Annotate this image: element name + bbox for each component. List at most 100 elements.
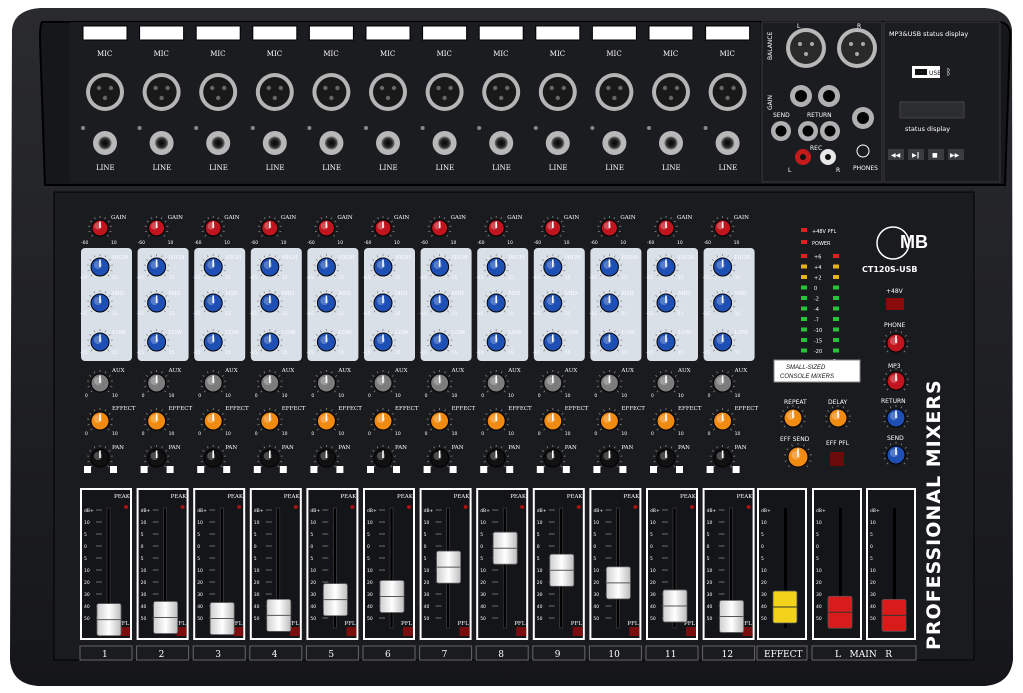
- line-jack-input[interactable]: [659, 131, 683, 155]
- mic-xlr-input[interactable]: [369, 73, 407, 111]
- xlr-face: [712, 77, 743, 107]
- knob-highlight: [263, 451, 272, 461]
- eq-scale-min: -15: [703, 350, 710, 356]
- fader-scale-label: 40: [761, 604, 767, 610]
- pan-l-label: L: [708, 468, 711, 474]
- mic-xlr-input[interactable]: [255, 73, 294, 111]
- fader-scale-label: 5: [84, 532, 87, 538]
- channel-bottom-label: 7: [442, 650, 448, 660]
- pfl-button[interactable]: [289, 627, 300, 636]
- eq-label: MID: [395, 291, 408, 297]
- knob-highlight: [93, 296, 103, 306]
- xlr-pin: [442, 95, 447, 101]
- gain-scale-min: -60: [647, 240, 654, 246]
- line-jack-input[interactable]: [715, 131, 740, 155]
- gain-label: GAIN: [394, 215, 410, 221]
- line-jack-input[interactable]: [545, 131, 570, 155]
- meter-led-r: [833, 275, 839, 279]
- xlr-out-l[interactable]: [786, 28, 826, 68]
- mic-label: MIC: [606, 50, 621, 58]
- eq-scale-max: 15: [338, 311, 344, 317]
- xlr-pin: [210, 85, 215, 91]
- screw: [194, 126, 199, 130]
- fader-scale-label: 40: [650, 604, 656, 610]
- pfl-button[interactable]: [403, 627, 413, 636]
- gain-scale-max: 10: [224, 240, 230, 246]
- knob-highlight: [320, 296, 329, 306]
- mic-xlr-input[interactable]: [425, 73, 464, 111]
- knob-highlight: [433, 414, 442, 424]
- pfl-button[interactable]: [346, 627, 357, 636]
- phones-jack[interactable]: [852, 107, 874, 129]
- aux-scale-max: 10: [395, 393, 401, 399]
- v48-button[interactable]: [886, 298, 904, 310]
- eq-scale-max: 15: [282, 350, 288, 356]
- pfl-button[interactable]: [459, 627, 470, 636]
- line-jack-input[interactable]: [432, 131, 457, 155]
- gain-label: GAIN: [451, 215, 467, 221]
- line-jack-input[interactable]: [376, 131, 400, 155]
- send-return-jacks[interactable]: [771, 121, 840, 141]
- pfl-button[interactable]: [120, 627, 130, 636]
- effect-scale-min: 0: [311, 431, 314, 437]
- pfl-button[interactable]: [686, 627, 696, 636]
- line-jack-input[interactable]: [93, 131, 117, 155]
- mic-xlr-input[interactable]: [86, 73, 124, 111]
- fader-scale-label: dB+: [424, 508, 434, 514]
- line-jack-input[interactable]: [206, 131, 231, 155]
- pan-r-label: R: [111, 468, 115, 474]
- fader-scale-label: 0: [141, 544, 144, 550]
- xlr-pin: [278, 85, 283, 91]
- channel-bottom-label: 9: [555, 650, 561, 660]
- meter-led-l: [801, 338, 807, 342]
- knob-highlight: [263, 296, 272, 306]
- gain-scale-max: 10: [734, 240, 740, 246]
- mic-xlr-input[interactable]: [142, 73, 181, 111]
- mic-xlr-input[interactable]: [482, 73, 521, 111]
- channel-number: 9: [555, 27, 562, 40]
- knob-highlight: [320, 451, 329, 461]
- fader-scale-label: 20: [593, 580, 599, 586]
- eq-scale-max: 15: [621, 311, 627, 317]
- effect-label: EFFECT: [395, 406, 419, 412]
- eff-pfl-button[interactable]: [830, 452, 844, 466]
- line-jack-input[interactable]: [602, 131, 627, 155]
- mic-xlr-input[interactable]: [538, 73, 577, 111]
- fader-scale-label: 5: [480, 556, 483, 562]
- line-jack-input[interactable]: [262, 131, 287, 155]
- meter-level-label: -20: [814, 349, 822, 355]
- line-label: LINE: [379, 164, 398, 172]
- mic-xlr-input[interactable]: [595, 73, 634, 111]
- pfl-button[interactable]: [516, 627, 527, 636]
- line-jack-input[interactable]: [489, 131, 514, 155]
- pfl-button[interactable]: [572, 627, 583, 636]
- pfl-button[interactable]: [176, 627, 187, 636]
- pfl-button[interactable]: [629, 627, 640, 636]
- fader-scale-label: 0: [537, 544, 540, 550]
- eq-scale-min: -15: [363, 311, 370, 317]
- mic-label: MIC: [323, 50, 338, 58]
- xlr-face: [90, 77, 120, 107]
- xlr-out-r[interactable]: [837, 28, 877, 68]
- xlr-pin: [612, 95, 617, 101]
- pan-label: PAN: [225, 445, 237, 451]
- line-jack-input[interactable]: [149, 131, 174, 155]
- pan-label: PAN: [678, 445, 690, 451]
- effect-fader-label: EFFECT: [764, 650, 803, 660]
- mic-xlr-input[interactable]: [652, 73, 690, 111]
- pan-l-label: L: [425, 468, 428, 474]
- mic-xlr-input[interactable]: [708, 73, 747, 111]
- aux-scale-max: 10: [565, 393, 571, 399]
- xlr-pin: [662, 85, 668, 91]
- knob-highlight: [716, 414, 725, 424]
- xlr-pin: [379, 85, 385, 91]
- pfl-button[interactable]: [742, 627, 753, 636]
- knob-highlight: [546, 414, 555, 424]
- pfl-button[interactable]: [233, 627, 244, 636]
- mic-xlr-input[interactable]: [312, 73, 351, 111]
- fader-scale-label: 40: [84, 604, 90, 610]
- aux-scale-max: 10: [452, 393, 458, 399]
- eq-label: MID: [508, 291, 521, 297]
- line-jack-input[interactable]: [319, 131, 344, 155]
- mic-xlr-input[interactable]: [199, 73, 238, 111]
